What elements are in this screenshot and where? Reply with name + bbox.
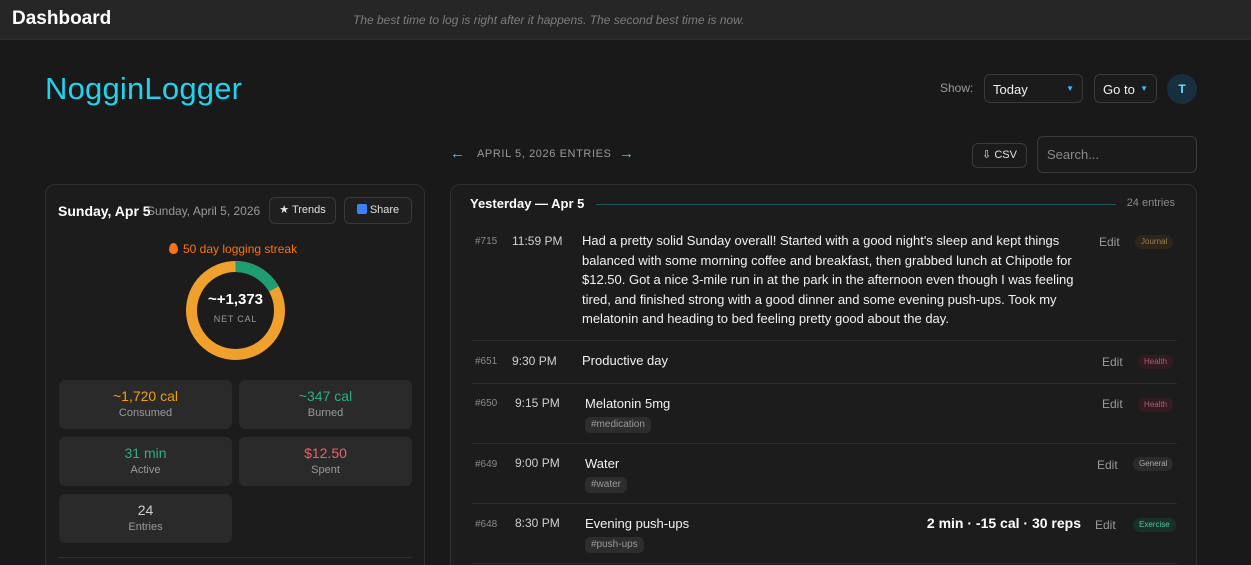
entry-tag[interactable]: #push-ups [585,537,644,553]
category-badge: Health [1138,398,1174,412]
entry-text: Evening push-ups [585,516,690,531]
user-avatar[interactable]: T [1167,74,1197,104]
stat-active: 31 min Active [59,437,232,486]
divider [58,557,412,558]
streak-text: 50 day logging streak [183,242,298,256]
entries-date-label: APRIL 5, 2026 ENTRIES [477,148,612,160]
share-label: Share [369,204,400,216]
edit-link[interactable]: Edit [1097,458,1118,472]
net-calorie-donut [186,261,285,360]
stat-label: Active [130,464,161,476]
stat-value: ~1,720 cal [113,388,178,404]
show-range-select[interactable]: Today ▼ [984,74,1083,103]
entry-row[interactable]: #715 11:59 PM Had a pretty solid Sunday … [472,223,1177,341]
entry-text: Had a pretty solid Sunday overall! Start… [582,233,1074,327]
stat-value: 24 [137,502,154,518]
entry-text: Productive day [582,353,668,368]
show-range-value: Today [993,82,1028,97]
share-icon [356,204,367,214]
category-badge: Exercise [1133,518,1176,532]
entry-tag[interactable]: #medication [585,417,651,433]
prev-day-arrow-icon[interactable]: ← [450,145,465,162]
entry-row[interactable]: #650 9:15 PM Melatonin 5mg #medication E… [472,384,1177,444]
entry-time: 9:00 PM [515,456,560,470]
stat-spent: $12.50 Spent [239,437,412,486]
entry-id: #648 [475,519,498,530]
app-logo[interactable]: NogginLogger [45,71,242,107]
entry-id: #715 [475,236,498,247]
goto-label: Go to [1103,82,1135,97]
edit-link[interactable]: Edit [1099,235,1120,249]
entry-id: #650 [475,398,498,409]
category-badge: Journal [1135,235,1174,249]
dashboard-title: Dashboard [12,8,112,29]
entry-row[interactable]: #649 9:00 PM Water #water Edit General [472,444,1177,504]
entry-text: Melatonin 5mg [585,396,671,411]
summary-day-title: Sunday, Apr 5 [58,203,151,219]
caret-down-icon: ▼ [1066,84,1074,93]
flame-icon [169,243,178,254]
divider [596,204,1116,205]
category-badge: General [1133,457,1174,471]
stat-label: Consumed [118,407,173,419]
entries-count: 24 entries [1126,197,1175,209]
entries-panel: Yesterday — Apr 5 24 entries #715 11:59 … [450,184,1197,565]
share-button[interactable]: Share [344,197,412,224]
day-summary-panel: Sunday, Apr 5 Sunday, April 5, 2026 ★ Tr… [45,184,425,565]
caret-down-icon: ▼ [1140,84,1148,93]
search-input[interactable] [1037,136,1197,173]
entry-id: #649 [475,459,498,470]
trends-button[interactable]: ★ Trends [269,197,336,224]
entry-row[interactable]: #651 9:30 PM Productive day Edit Health [472,341,1177,384]
stat-label: Burned [307,407,344,419]
edit-link[interactable]: Edit [1102,397,1123,411]
show-label: Show: [940,81,974,95]
net-calories-value: ~+1,373 [207,291,264,308]
entry-id: #651 [475,356,498,367]
stat-value: 31 min [124,445,167,461]
entry-time: 9:15 PM [515,396,560,410]
stat-label: Spent [311,464,340,476]
entry-time: 8:30 PM [515,516,560,530]
top-bar: Dashboard The best time to log is right … [0,0,1251,40]
csv-export-button[interactable]: ⇩ CSV [972,143,1027,168]
entries-day-heading: Yesterday — Apr 5 [470,196,585,211]
stat-value: $12.50 [304,445,347,461]
stat-value: ~347 cal [298,388,353,404]
net-calories-label: NET CAL [213,314,258,324]
stat-label: Entries [128,521,163,533]
stat-burned: ~347 cal Burned [239,380,412,429]
entry-time: 11:59 PM [512,234,563,248]
stat-entries: 24 Entries [59,494,232,543]
edit-link[interactable]: Edit [1095,518,1116,532]
stat-consumed: ~1,720 cal Consumed [59,380,232,429]
edit-link[interactable]: Edit [1102,355,1123,369]
exercise-metrics: 2 min · -15 cal · 30 reps [926,515,1081,531]
entry-tag[interactable]: #water [585,477,628,493]
entry-row[interactable]: #648 8:30 PM Evening push-ups #push-ups … [472,504,1177,564]
category-badge: Health [1138,355,1174,369]
entry-text: Water [585,456,620,471]
next-day-arrow-icon[interactable]: → [619,145,634,162]
summary-full-date: Sunday, April 5, 2026 [147,204,261,218]
goto-select[interactable]: Go to ▼ [1094,74,1157,103]
logging-streak: 50 day logging streak [169,242,297,256]
entry-time: 9:30 PM [512,354,557,368]
motivational-quote: The best time to log is right after it h… [353,13,745,27]
